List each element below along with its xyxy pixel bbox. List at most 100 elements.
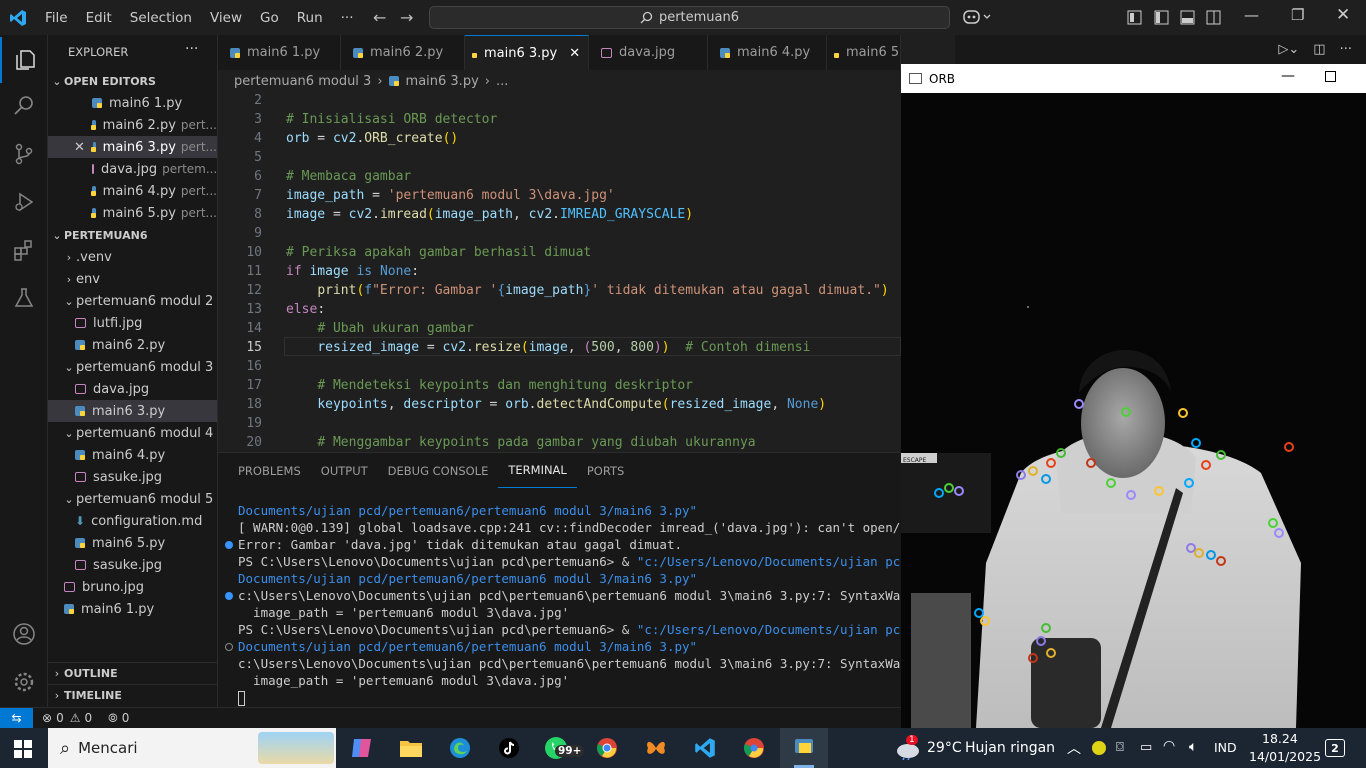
outline-header[interactable]: › OUTLINE (48, 662, 217, 684)
explorer-more-icon[interactable]: ··· (185, 41, 198, 57)
tab-output[interactable]: OUTPUT (311, 453, 378, 488)
open-editors-header[interactable]: ⌄ OPEN EDITORS (48, 70, 217, 92)
tree-file-selected[interactable]: main6 3.py (48, 400, 217, 422)
run-python-file-icon[interactable]: ▷⌄ (1278, 42, 1299, 57)
tab-main6-2[interactable]: main6 2.py (341, 35, 465, 70)
account-icon[interactable] (0, 611, 48, 657)
tree-folder[interactable]: › env (48, 268, 217, 290)
tree-file[interactable]: ⬇ configuration.md (48, 510, 217, 532)
restore-window-icon[interactable]: ❐ (1291, 6, 1304, 24)
chrome-icon[interactable] (594, 736, 620, 760)
tab-debug-console[interactable]: DEBUG CONSOLE (378, 453, 499, 488)
tab-problems[interactable]: PROBLEMS (228, 453, 311, 488)
butterfly-app-icon[interactable] (643, 736, 669, 760)
tree-folder[interactable]: ⌄ pertemuan6 modul 2 (48, 290, 217, 312)
timeline-header[interactable]: › TIMELINE (48, 684, 217, 706)
forward-arrow-icon[interactable]: → (400, 8, 413, 27)
extensions-icon[interactable] (0, 227, 48, 273)
minimize-window-icon[interactable]: — (1244, 6, 1259, 24)
run-debug-icon[interactable] (0, 179, 48, 225)
tab-main6-1[interactable]: main6 1.py (218, 35, 341, 70)
tab-dava-jpg[interactable]: dava.jpg (589, 35, 708, 70)
terminal-command-marker-icon[interactable] (225, 541, 233, 549)
tree-folder[interactable]: ⌄ pertemuan6 modul 5 (48, 488, 217, 510)
tree-file[interactable]: sasuke.jpg (48, 466, 217, 488)
tree-file[interactable]: main6 4.py (48, 444, 217, 466)
menu-more[interactable]: ··· (332, 10, 363, 26)
open-editor-item[interactable]: main6 4.py pert... (48, 180, 217, 202)
menu-edit[interactable]: Edit (77, 10, 121, 26)
tree-file[interactable]: lutfi.jpg (48, 312, 217, 334)
open-editor-item[interactable]: main6 1.py (48, 92, 217, 114)
tree-file[interactable]: main6 1.py (48, 598, 217, 620)
weather-text[interactable]: Hujan ringan (965, 740, 1055, 756)
folder-header[interactable]: ⌄ PERTEMUAN6 (48, 224, 217, 246)
search-icon[interactable] (0, 83, 48, 129)
volume-icon[interactable]: 🔈︎ (1189, 739, 1197, 755)
file-explorer-icon[interactable] (398, 736, 424, 760)
errors-icon[interactable]: ⊗ (42, 711, 52, 725)
windows-start-icon[interactable] (14, 740, 32, 758)
weather-temp[interactable]: 29°C (927, 740, 962, 756)
tab-terminal[interactable]: TERMINAL (498, 453, 577, 488)
tree-folder[interactable]: ⌄ pertemuan6 modul 4 (48, 422, 217, 444)
notification-center-icon[interactable]: 2 (1325, 739, 1345, 757)
more-actions-icon[interactable]: ··· (1340, 42, 1352, 57)
command-center-search[interactable]: pertemuan6 (429, 6, 950, 29)
close-tab-icon[interactable]: ✕ (569, 46, 580, 61)
copilot-app-icon[interactable] (349, 736, 375, 760)
orb-minimize-icon[interactable]: — (1281, 68, 1295, 84)
taskbar-search-box[interactable]: ⌕ Mencari (48, 728, 336, 768)
tree-folder[interactable]: ⌄ pertemuan6 modul 3 (48, 356, 217, 378)
split-editor-icon[interactable]: ◫ (1313, 42, 1325, 57)
menu-run[interactable]: Run (288, 10, 332, 26)
breadcrumb-symbol[interactable]: ... (496, 74, 508, 89)
tree-folder[interactable]: › .venv (48, 246, 217, 268)
tree-file[interactable]: main6 2.py (48, 334, 217, 356)
settings-gear-icon[interactable] (0, 659, 48, 705)
open-editor-item[interactable]: ✕ main6 3.py pert... (48, 136, 217, 158)
source-control-icon[interactable] (0, 131, 48, 177)
open-editor-item[interactable]: dava.jpg pertem... (48, 158, 217, 180)
tab-ports[interactable]: PORTS (577, 453, 634, 488)
tray-app-icon[interactable] (1092, 741, 1106, 755)
back-arrow-icon[interactable]: ← (373, 8, 386, 27)
clock-date[interactable]: 14/01/2025 (1249, 749, 1321, 764)
tab-main6-4[interactable]: main6 4.py (708, 35, 827, 70)
ports-broadcast-icon[interactable]: ⦾ (108, 711, 118, 726)
tray-chevron-up-icon[interactable]: ︿ (1067, 738, 1081, 758)
wifi-icon[interactable]: ◠ (1163, 738, 1175, 754)
close-window-icon[interactable]: ✕ (1336, 5, 1350, 25)
tab-main6-3[interactable]: main6 3.py ✕ (465, 35, 589, 70)
tray-camera-icon[interactable]: ⌼ (1116, 740, 1124, 755)
orb-maximize-icon[interactable] (1325, 71, 1336, 82)
tree-file[interactable]: sasuke.jpg (48, 554, 217, 576)
python-app-active[interactable] (780, 728, 828, 768)
battery-icon[interactable]: ▭ (1140, 740, 1152, 755)
menu-view[interactable]: View (201, 10, 251, 26)
menu-go[interactable]: Go (251, 10, 288, 26)
keyboard-language[interactable]: IND (1214, 740, 1237, 755)
tree-file[interactable]: dava.jpg (48, 378, 217, 400)
clock-time[interactable]: 18.24 (1262, 731, 1298, 746)
open-editor-item[interactable]: main6 2.py pert... (48, 114, 217, 136)
vscode-taskbar-icon[interactable] (692, 736, 718, 760)
tab-main6-5[interactable]: main6 5.py (827, 35, 901, 70)
warnings-icon[interactable]: ⚠ (70, 711, 81, 725)
tiktok-icon[interactable] (496, 736, 522, 760)
breadcrumb-file[interactable]: main6 3.py (406, 74, 479, 89)
tree-file[interactable]: bruno.jpg (48, 576, 217, 598)
menu-file[interactable]: File (36, 10, 77, 26)
menu-selection[interactable]: Selection (121, 10, 201, 26)
terminal-command-marker-icon[interactable] (225, 592, 233, 600)
chrome-profile-icon[interactable] (741, 736, 767, 760)
edge-browser-icon[interactable] (447, 736, 473, 760)
close-editor-icon[interactable]: ✕ (74, 140, 85, 155)
testing-flask-icon[interactable] (0, 275, 48, 321)
open-editor-item[interactable]: main6 5.py pert... (48, 202, 217, 224)
explorer-icon[interactable] (0, 37, 48, 83)
code-editor[interactable]: 2 3 4 5 6 7 8 9 10 11 12 13 14 15 16 17 … (218, 92, 901, 452)
terminal-command-marker-icon[interactable] (225, 643, 233, 651)
breadcrumb-folder[interactable]: pertemuan6 modul 3 (234, 74, 371, 89)
copilot-icon[interactable] (962, 8, 992, 26)
